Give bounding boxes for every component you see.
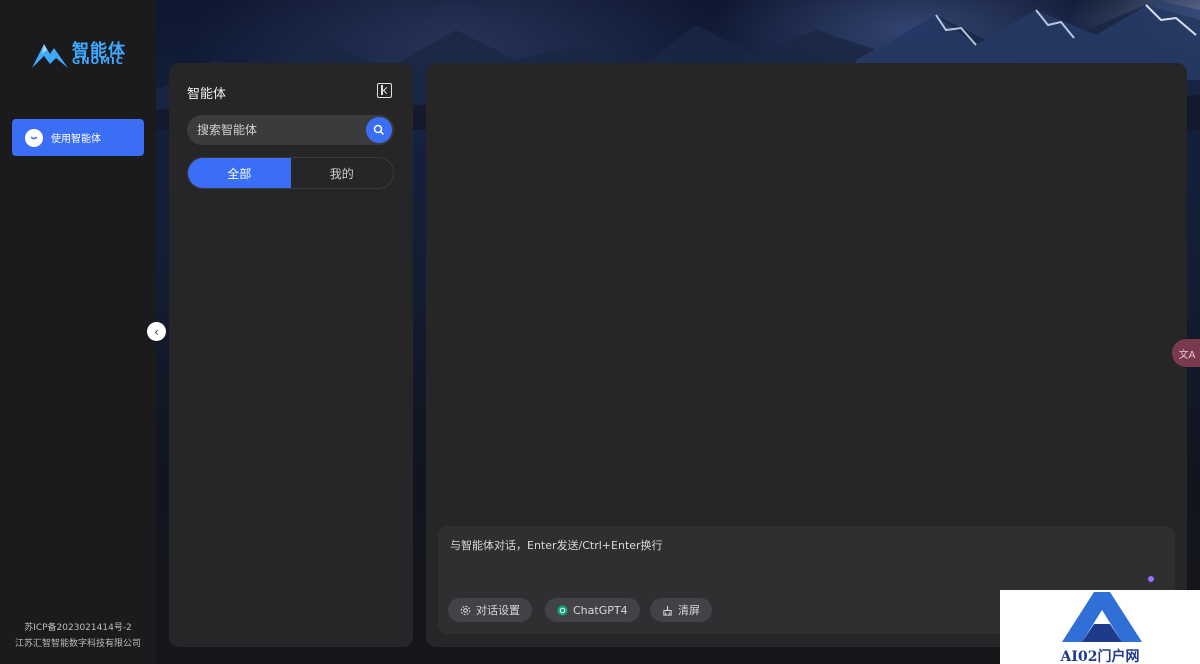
icp-number[interactable]: 苏ICP备2023021414号-2 (0, 620, 156, 633)
left-navigation: 智能体 GNOMIC 使用智能体 苏ICP备2023021414号-2 江苏汇智… (0, 0, 156, 664)
model-select-button[interactable]: ChatGPT4 (545, 598, 640, 622)
company-name: 江苏汇智智能数字科技有限公司 (14, 639, 141, 649)
watermark-text: AI02门户网 (1060, 649, 1140, 664)
brand-logo[interactable]: 智能体 GNOMIC (30, 36, 130, 72)
collapse-sidebar-button[interactable]: ‹ (147, 322, 166, 341)
search-button[interactable] (366, 117, 392, 143)
status-dot (1148, 576, 1154, 582)
translate-button[interactable]: 文A (1172, 339, 1200, 367)
conversation-settings-label: 对话设置 (476, 604, 520, 617)
broom-icon (663, 605, 672, 616)
panel-collapse-icon[interactable] (377, 83, 392, 98)
clear-screen-button[interactable]: 清屏 (650, 598, 712, 622)
watermark: AI02门户网 (1000, 590, 1200, 664)
chat-panel: 对话设置 ChatGPT4 清屏 (426, 63, 1187, 647)
chat-message-input[interactable] (438, 526, 1175, 586)
agent-filter-tabs: 全部 我的 (187, 157, 394, 189)
watermark-logo-icon (1062, 592, 1142, 642)
sidebar-item-use-agent[interactable]: 使用智能体 (12, 119, 144, 156)
clear-screen-label: 清屏 (678, 604, 700, 617)
sidebar-item-label: 使用智能体 (51, 134, 101, 145)
chevron-left-icon: ‹ (154, 324, 159, 339)
model-label: ChatGPT4 (573, 603, 628, 617)
translate-icon: 文A (1178, 349, 1196, 361)
agent-search-box (187, 115, 394, 145)
brand-mountain-icon (32, 44, 68, 68)
conversation-settings-button[interactable]: 对话设置 (448, 598, 532, 622)
tab-all[interactable]: 全部 (188, 158, 291, 188)
agent-search-input[interactable] (187, 115, 362, 145)
brand-name-en: GNOMIC (72, 56, 125, 67)
search-icon (373, 124, 385, 136)
agent-panel: 智能体 全部 我的 (169, 63, 413, 647)
chatgpt-icon (557, 604, 568, 616)
tab-mine[interactable]: 我的 (290, 158, 393, 188)
chat-bubble-icon (25, 128, 43, 147)
gear-icon (460, 605, 471, 615)
agent-panel-title: 智能体 (187, 87, 227, 102)
